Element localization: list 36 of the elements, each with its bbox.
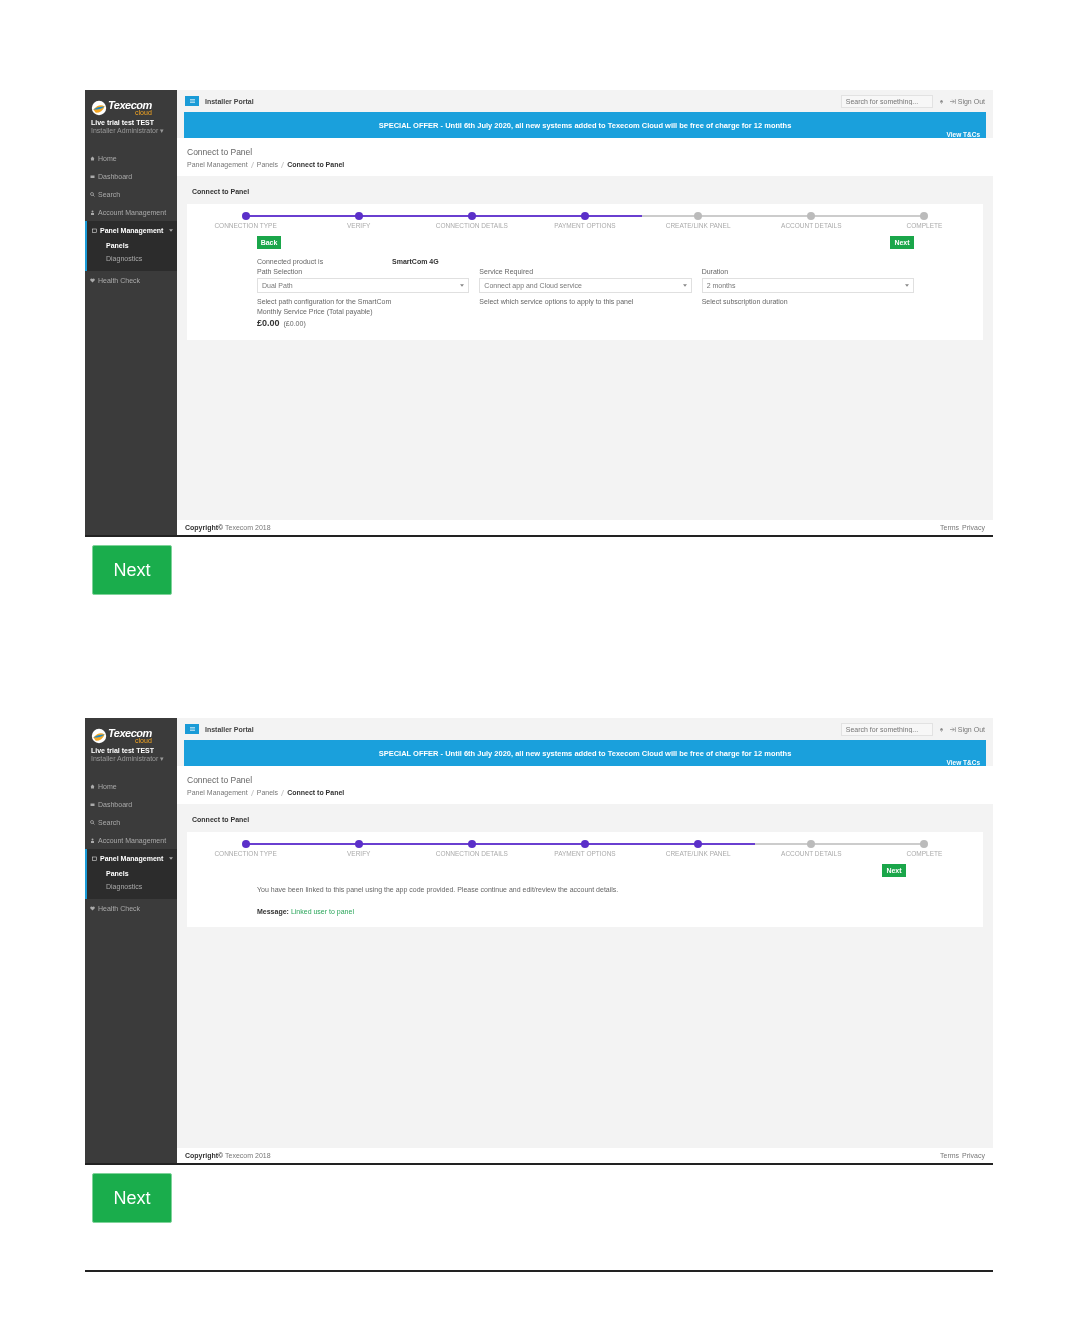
menu-icon bbox=[189, 99, 195, 103]
price-value: £0.00 bbox=[257, 318, 280, 328]
next-button[interactable]: Next bbox=[92, 545, 172, 595]
heart-icon bbox=[90, 905, 95, 911]
bell-icon[interactable] bbox=[938, 98, 944, 104]
logo-icon bbox=[91, 100, 107, 116]
breadcrumb-separator-icon bbox=[281, 789, 285, 796]
panel-icon bbox=[92, 227, 97, 233]
bell-icon[interactable] bbox=[938, 726, 944, 732]
search-icon bbox=[90, 191, 95, 197]
sign-out-icon bbox=[949, 98, 956, 104]
caret-icon bbox=[460, 284, 465, 287]
dashboard-icon bbox=[90, 801, 95, 807]
caret-icon bbox=[682, 284, 687, 287]
search-icon bbox=[90, 819, 95, 825]
home-icon bbox=[90, 783, 95, 789]
logo-icon bbox=[91, 728, 107, 744]
person-icon bbox=[90, 209, 95, 215]
person-icon bbox=[90, 837, 95, 843]
panel-icon bbox=[92, 855, 97, 861]
caret-icon bbox=[905, 284, 909, 287]
menu-button[interactable] bbox=[185, 96, 199, 106]
menu-icon bbox=[189, 727, 195, 731]
breadcrumb-separator-icon bbox=[281, 161, 285, 168]
sign-out-icon bbox=[949, 726, 956, 732]
breadcrumb-separator-icon bbox=[250, 789, 254, 796]
next-button[interactable]: Next bbox=[92, 1173, 172, 1223]
dashboard-icon bbox=[90, 173, 95, 179]
home-icon bbox=[90, 155, 95, 161]
menu-button[interactable] bbox=[185, 724, 199, 734]
page-title: Connect to Panel bbox=[187, 147, 254, 157]
page-title: Connect to Panel bbox=[187, 775, 254, 785]
logo-wordmark: Texecom bbox=[108, 100, 152, 111]
breadcrumb-separator-icon bbox=[250, 161, 254, 168]
heart-icon bbox=[90, 277, 95, 283]
logo-wordmark: Texecom bbox=[108, 728, 152, 739]
